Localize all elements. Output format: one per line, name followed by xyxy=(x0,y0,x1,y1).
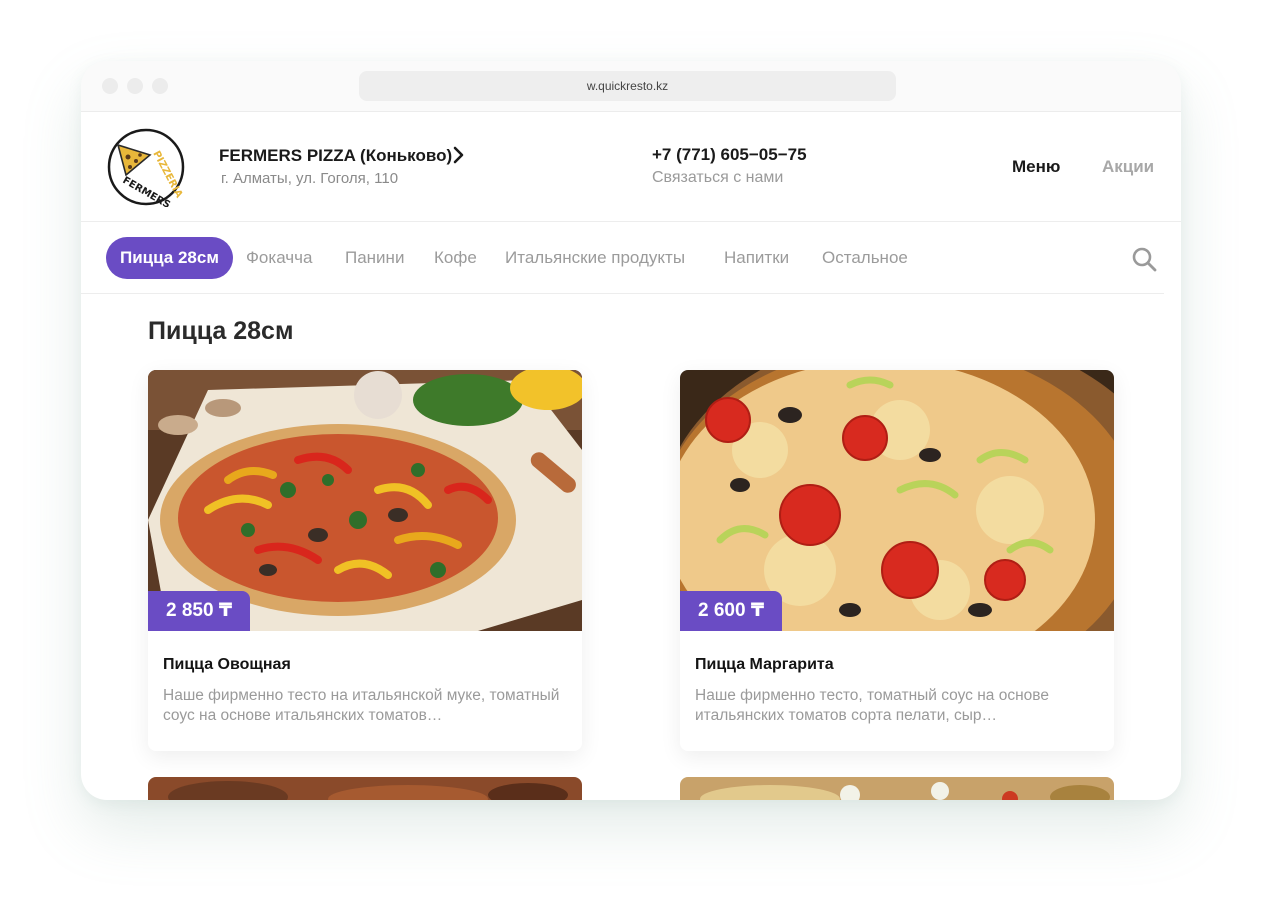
product-card[interactable]: 2 600 ₸ Пицца Маргарита Наше фирменно те… xyxy=(680,370,1114,751)
product-name: Пицца Маргарита xyxy=(695,656,834,673)
chevron-right-icon[interactable] xyxy=(453,146,465,164)
product-card-partial[interactable] xyxy=(680,777,1114,800)
section-title: Пицца 28см xyxy=(148,317,294,345)
phone-number[interactable]: +7 (771) 605−05−75 xyxy=(652,145,807,165)
category-tab-italian-products[interactable]: Итальянские продукты xyxy=(505,237,685,279)
product-card[interactable]: 2 850 ₸ Пицца Овощная Наше фирменно тест… xyxy=(148,370,582,751)
product-description: Наше фирменно тесто на итальянской муке,… xyxy=(163,687,560,724)
browser-window: w.quickresto.kz PIZZERIA FERMERS FERMERS… xyxy=(81,61,1181,800)
category-tab-drinks[interactable]: Напитки xyxy=(724,237,789,279)
window-maximize-dot[interactable] xyxy=(152,78,168,94)
price-badge: 2 600 ₸ xyxy=(680,591,783,631)
category-tab-coffee[interactable]: Кофе xyxy=(434,237,477,279)
product-name: Пицца Овощная xyxy=(163,656,291,673)
category-bar: Пицца 28см Фокачча Панини Кофе Итальянск… xyxy=(81,222,1164,294)
product-image-partial xyxy=(148,777,582,800)
product-image-partial xyxy=(680,777,1114,800)
price-badge: 2 850 ₸ xyxy=(148,591,251,631)
category-tab-other[interactable]: Остальное xyxy=(822,237,908,279)
search-icon[interactable] xyxy=(1131,246,1157,272)
product-description: Наше фирменно тесто, томатный соус на ос… xyxy=(695,687,1049,724)
restaurant-address: г. Алматы, ул. Гоголя, 110 xyxy=(221,170,399,187)
browser-titlebar: w.quickresto.kz xyxy=(81,61,1181,112)
contact-us-link[interactable]: Связаться с нами xyxy=(652,169,783,187)
restaurant-name[interactable]: FERMERS PIZZA (Коньково) xyxy=(219,146,452,166)
category-tab-pizza-28[interactable]: Пицца 28см xyxy=(106,237,233,279)
window-minimize-dot[interactable] xyxy=(127,78,143,94)
nav-promotions-link[interactable]: Акции xyxy=(1102,157,1154,177)
category-tab-focaccia[interactable]: Фокачча xyxy=(246,237,312,279)
product-card-partial[interactable] xyxy=(148,777,582,800)
pizzeria-logo[interactable]: PIZZERIA FERMERS xyxy=(106,127,186,207)
category-tab-panini[interactable]: Панини xyxy=(345,237,404,279)
window-close-dot[interactable] xyxy=(102,78,118,94)
site-header: PIZZERIA FERMERS FERMERS PIZZA (Коньково… xyxy=(81,113,1181,222)
address-bar[interactable]: w.quickresto.kz xyxy=(359,71,896,101)
nav-menu-link[interactable]: Меню xyxy=(1012,157,1060,177)
